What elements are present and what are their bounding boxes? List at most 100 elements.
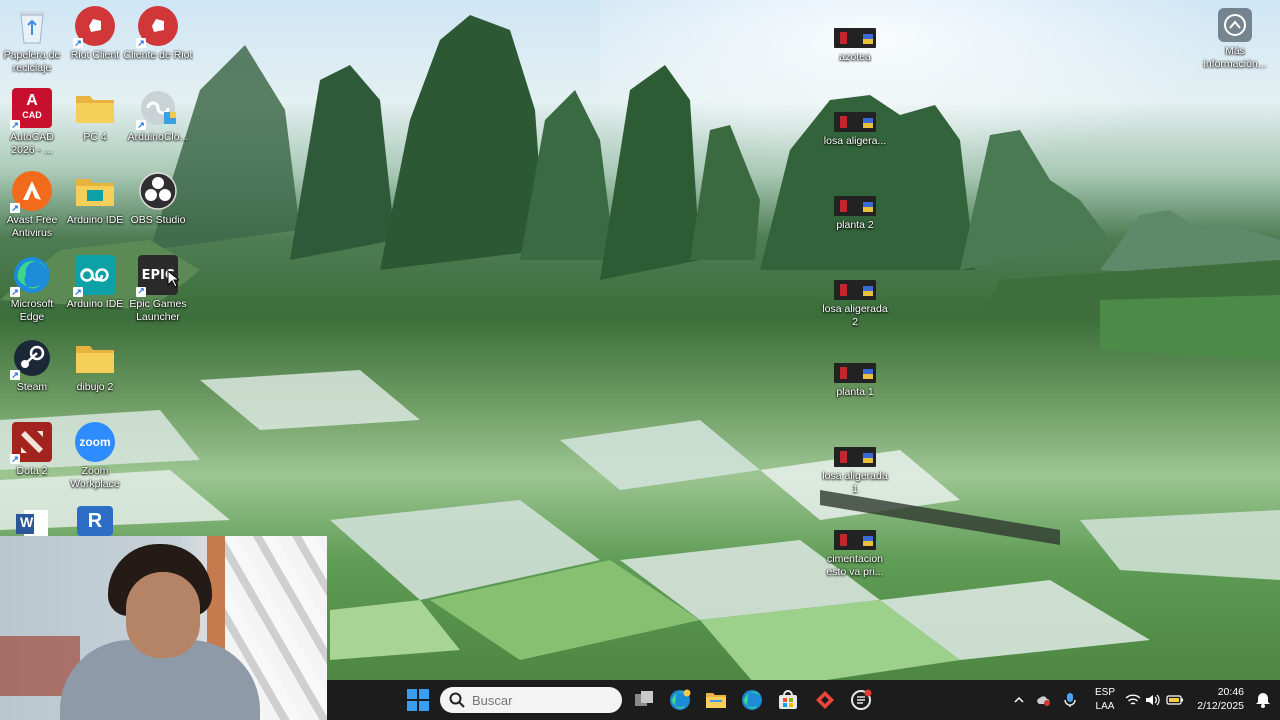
volume-icon[interactable] bbox=[1145, 693, 1161, 707]
edge-shortcut[interactable]: ↗ Microsoft Edge bbox=[0, 255, 67, 324]
autocad-file-icon bbox=[834, 363, 876, 383]
losa-aligera-file[interactable]: losa aligera... bbox=[820, 112, 890, 148]
steam-shortcut[interactable]: ↗ Steam bbox=[0, 338, 67, 394]
onedrive-sync-icon[interactable] bbox=[1035, 692, 1051, 708]
pc4-folder[interactable]: PC 4 bbox=[60, 88, 130, 144]
anydesk-icon bbox=[816, 691, 834, 709]
icon-label: Arduino IDE bbox=[66, 214, 124, 226]
planta-2-file[interactable]: planta 2 bbox=[820, 196, 890, 232]
mas-informacion-shortcut[interactable]: Más información... bbox=[1200, 8, 1270, 71]
autocad-file-icon bbox=[834, 447, 876, 467]
icon-label: Zoom Workplace bbox=[70, 465, 120, 490]
cimentacion-file[interactable]: cimentacion esto va pri... bbox=[820, 530, 890, 579]
autocad-file-icon bbox=[834, 112, 876, 132]
shortcut-arrow-icon: ↗ bbox=[10, 120, 20, 130]
r-letter: R bbox=[87, 509, 103, 532]
shortcut-arrow-icon: ↗ bbox=[73, 287, 83, 297]
edge-beta-button[interactable] bbox=[668, 688, 692, 712]
word-shortcut[interactable]: W bbox=[0, 506, 67, 536]
store-icon bbox=[779, 690, 797, 709]
riot-fist-icon: ↗ bbox=[136, 6, 178, 48]
icon-label: AutoCAD 2026 - ... bbox=[10, 131, 54, 156]
taskbar: ESP LAA 20:46 2/12/2025 bbox=[327, 680, 1280, 720]
icon-label: Avast Free Antivirus bbox=[6, 214, 58, 239]
recycle-bin-shortcut[interactable]: Papelera de reciclaje bbox=[0, 6, 67, 75]
search-box[interactable] bbox=[440, 687, 622, 713]
epic-games-shortcut[interactable]: EPIC ↗ Epic Games Launcher bbox=[123, 255, 193, 324]
folder-icon bbox=[75, 338, 115, 378]
icon-label: Cliente de Riot bbox=[123, 49, 193, 61]
icon-label: planta 1 bbox=[836, 386, 874, 398]
cliente-riot-shortcut[interactable]: ↗ Cliente de Riot bbox=[123, 6, 193, 62]
notification-bell-icon[interactable] bbox=[1254, 691, 1272, 709]
shortcut-arrow-icon: ↗ bbox=[10, 287, 20, 297]
wifi-icon[interactable] bbox=[1125, 693, 1141, 707]
zoom-text: zoom bbox=[79, 435, 111, 449]
arduino-ide-folder[interactable]: Arduino IDE bbox=[60, 171, 130, 227]
tray-overflow-chevron-icon[interactable] bbox=[1013, 694, 1025, 706]
autocad-file-icon bbox=[834, 530, 876, 550]
autocad-file-icon bbox=[834, 280, 876, 300]
search-icon bbox=[449, 692, 465, 708]
start-button[interactable] bbox=[407, 689, 429, 711]
losa-aligerada-1-file[interactable]: losa aligerada 1 bbox=[820, 447, 890, 496]
steam-icon: ↗ bbox=[10, 338, 52, 380]
shortcut-arrow-icon: ↗ bbox=[10, 370, 20, 380]
info-camera-icon bbox=[1218, 8, 1252, 42]
anydesk-button[interactable] bbox=[813, 688, 837, 712]
edge-button[interactable] bbox=[740, 688, 764, 712]
dota2-shortcut[interactable]: ↗ Dota 2 bbox=[0, 422, 67, 478]
icon-label: Dota 2 bbox=[16, 465, 48, 477]
dibujo2-folder[interactable]: dibujo 2 bbox=[60, 338, 130, 394]
task-view-button[interactable] bbox=[632, 688, 656, 712]
microphone-icon[interactable] bbox=[1063, 692, 1077, 708]
icon-label: Arduino IDE bbox=[66, 298, 124, 310]
dota-icon: ↗ bbox=[10, 422, 52, 464]
chatgpt-icon bbox=[851, 689, 872, 710]
obs-studio-shortcut[interactable]: OBS Studio bbox=[123, 171, 193, 227]
clock[interactable]: 20:46 2/12/2025 bbox=[1197, 685, 1244, 713]
r-app-shortcut[interactable]: R bbox=[60, 506, 130, 536]
planta-1-file[interactable]: planta 1 bbox=[820, 363, 890, 399]
keyboard-layout: LAA bbox=[1095, 701, 1115, 712]
icon-label: PC 4 bbox=[83, 131, 107, 143]
icon-label: azotea bbox=[839, 51, 871, 63]
icon-label: Riot Client bbox=[70, 49, 120, 61]
store-button[interactable] bbox=[776, 688, 800, 712]
webcam-overlay bbox=[0, 536, 327, 720]
edge-icon: ↗ bbox=[10, 255, 52, 297]
avast-icon: ↗ bbox=[10, 171, 52, 213]
icon-label: ArduinoClo... bbox=[127, 131, 189, 143]
battery-icon[interactable] bbox=[1166, 694, 1184, 706]
autocad-shortcut[interactable]: A CAD ↗ AutoCAD 2026 - ... bbox=[0, 88, 67, 157]
language-code: ESP bbox=[1095, 687, 1116, 698]
azotea-file[interactable]: azotea bbox=[820, 28, 890, 64]
clock-time: 20:46 bbox=[1217, 686, 1244, 698]
autocad-file-icon bbox=[834, 28, 876, 48]
r-icon: R bbox=[77, 506, 113, 536]
search-input[interactable] bbox=[470, 691, 614, 709]
arduino-cloud-icon: ↗ bbox=[136, 88, 178, 130]
losa-aligerada-2-file[interactable]: losa aligerada 2 bbox=[820, 280, 890, 329]
mouse-cursor-icon bbox=[167, 270, 179, 288]
shortcut-arrow-icon: ↗ bbox=[136, 287, 146, 297]
autocad-letter: A bbox=[26, 92, 38, 109]
obs-icon bbox=[138, 171, 178, 211]
icon-label: Epic Games Launcher bbox=[129, 298, 187, 323]
zoom-shortcut[interactable]: zoom Zoom Workplace bbox=[60, 422, 130, 491]
icon-label: Más información... bbox=[1203, 45, 1267, 70]
arduino-cloud-shortcut[interactable]: ↗ ArduinoClo... bbox=[123, 88, 193, 144]
icon-label: losa aligera... bbox=[823, 135, 887, 147]
chatgpt-button[interactable] bbox=[849, 688, 873, 712]
file-explorer-button[interactable] bbox=[704, 688, 728, 712]
task-view-icon bbox=[635, 691, 653, 706]
avast-shortcut[interactable]: ↗ Avast Free Antivirus bbox=[0, 171, 67, 240]
arduino-ide-shortcut[interactable]: ↗ Arduino IDE bbox=[60, 255, 130, 311]
shortcut-arrow-icon: ↗ bbox=[10, 203, 20, 213]
riot-fist-icon: ↗ bbox=[73, 6, 115, 48]
autocad-text: CAD bbox=[22, 110, 42, 120]
riot-client-shortcut[interactable]: ↗ Riot Client bbox=[60, 6, 130, 62]
language-indicator[interactable]: ESP LAA bbox=[1095, 686, 1115, 714]
file-explorer-icon bbox=[706, 693, 726, 708]
edge-beta-icon bbox=[670, 689, 691, 710]
